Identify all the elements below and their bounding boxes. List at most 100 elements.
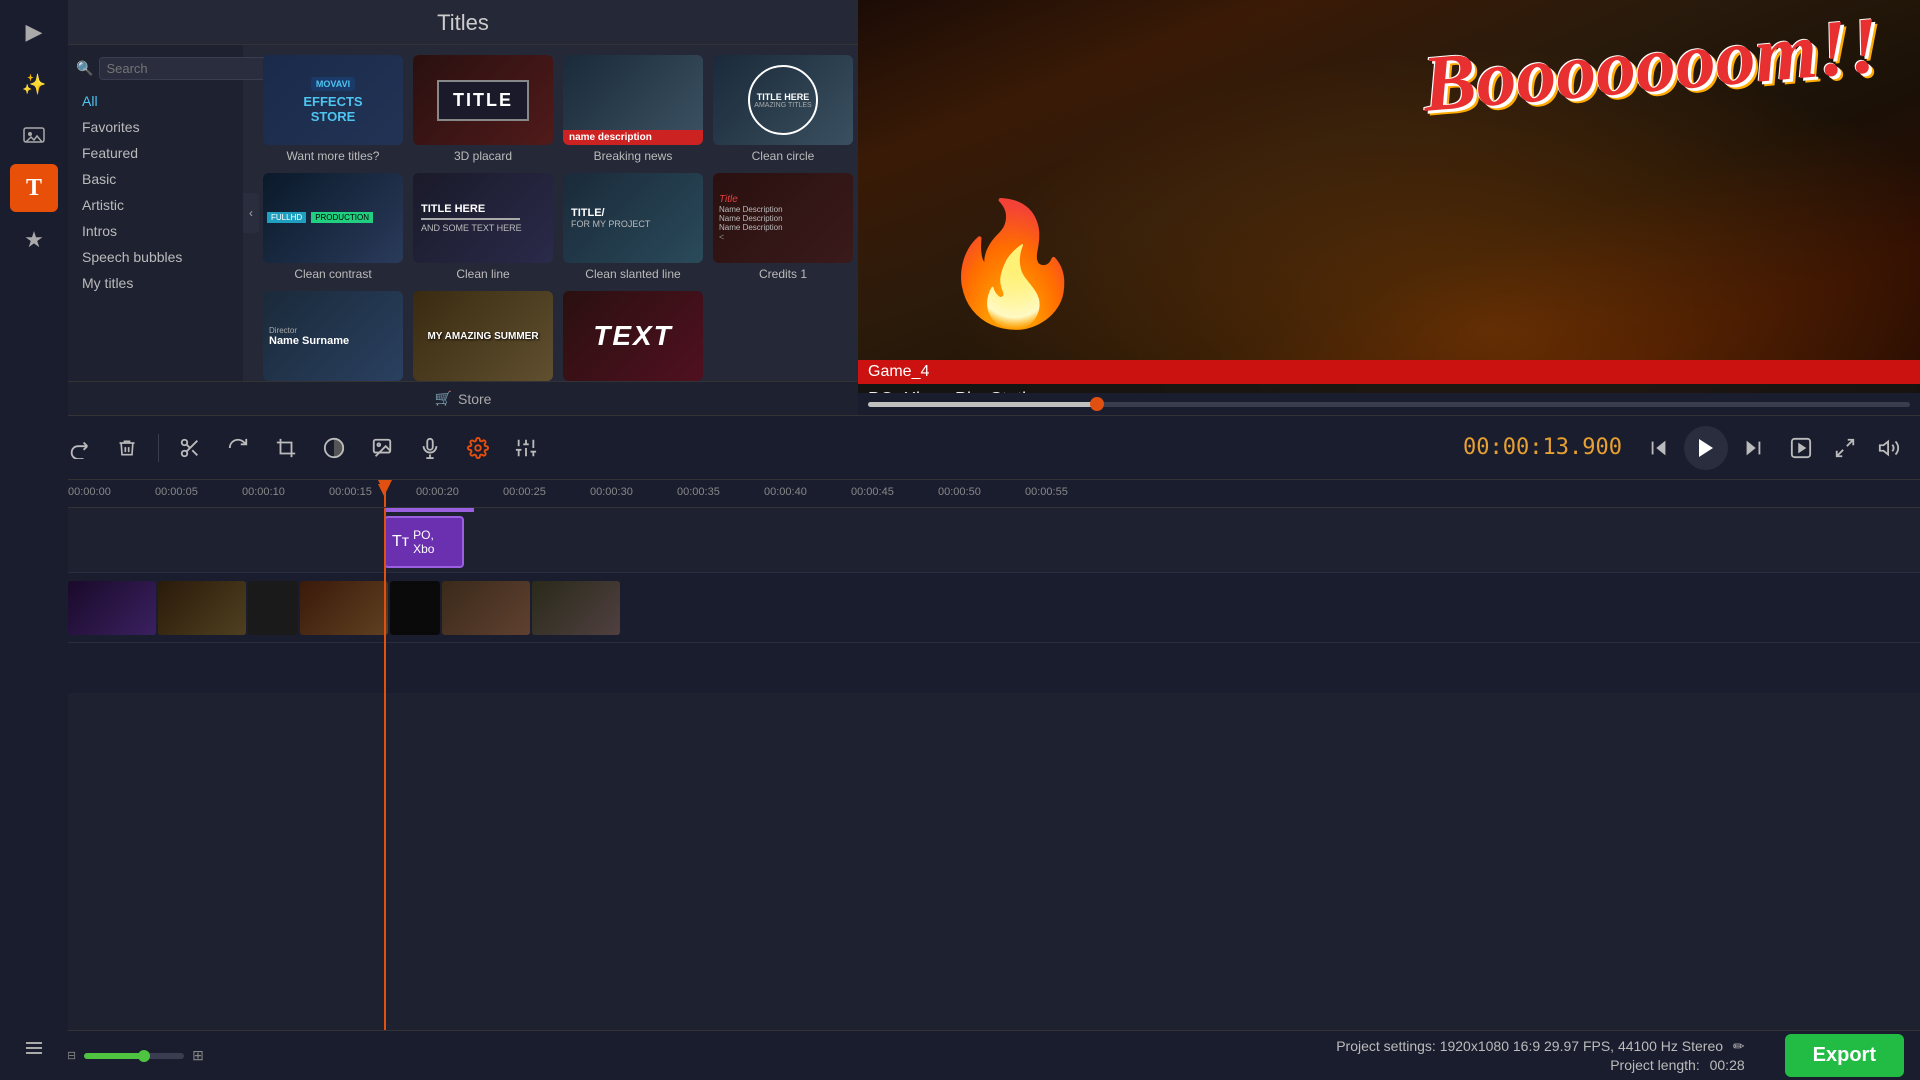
crop-btn[interactable] [267, 429, 305, 467]
title-clip[interactable]: Tт PO, Xbo [384, 516, 464, 568]
toolbar-media-btn[interactable] [10, 112, 58, 160]
title-thumb-breaking-news: name description [563, 55, 703, 145]
title-card-breaking-news[interactable]: name description Breaking news [563, 55, 703, 163]
project-info: Project settings: 1920x1080 16:9 29.97 F… [1336, 1038, 1744, 1073]
titles-grid-area: MOVAVI EFFECTS STORE Want more titles? T… [243, 45, 858, 381]
audio-btn[interactable] [411, 429, 449, 467]
video-thumb-4[interactable] [300, 581, 388, 635]
store-button[interactable]: 🛒 Store [68, 381, 858, 415]
title-card-clean-line[interactable]: TITLE HERE AND SOME TEXT HERE Clean line [413, 173, 553, 281]
title-card-clean-circle[interactable]: TITLE HERE AMAZING TITLES Clean circle [713, 55, 853, 163]
tick-25: 00:00:25 [503, 486, 546, 498]
title-thumb-3d-placard: TITLE [413, 55, 553, 145]
delete-btn[interactable] [108, 429, 146, 467]
title-label-want-more: Want more titles? [287, 149, 380, 163]
cut-btn[interactable] [171, 429, 209, 467]
volume-btn[interactable] [1870, 429, 1908, 467]
title-label-breaking-news: Breaking news [594, 149, 673, 163]
project-length-row: Project length: 00:28 [1610, 1057, 1744, 1073]
tick-20: 00:00:20 [416, 486, 459, 498]
video-thumb-6[interactable] [442, 581, 530, 635]
toolbar-video-btn[interactable]: ▶ [10, 8, 58, 56]
progress-thumb[interactable] [1090, 397, 1104, 411]
title-thumb-clean-slanted-line: TITLE/ FOR MY PROJECT [563, 173, 703, 263]
tick-30: 00:00:30 [590, 486, 633, 498]
scale-slider[interactable] [84, 1053, 184, 1059]
sidebar-item-intros[interactable]: Intros [68, 218, 243, 244]
play-btn[interactable] [1684, 426, 1728, 470]
title-card-clean-slanted-line[interactable]: TITLE/ FOR MY PROJECT Clean slanted line [563, 173, 703, 281]
title-clip-text: PO, Xbo [413, 528, 456, 556]
sidebar-item-speech-bubbles[interactable]: Speech bubbles [68, 244, 243, 270]
fire-emoji: 🔥 [938, 195, 1087, 335]
timecode: 00:00:13.900 [1463, 435, 1622, 460]
toolbar-list-btn[interactable] [10, 1024, 58, 1072]
sidebar-item-favorites[interactable]: Favorites [68, 114, 243, 140]
playhead[interactable] [384, 508, 386, 1030]
title-thumb-summer: MY AMAZING SUMMER [413, 291, 553, 381]
toolbar-effects-btn[interactable]: ✨ [10, 60, 58, 108]
title-card-clean-contrast[interactable]: FULLHD PRODUCTION Clean contrast [263, 173, 403, 281]
effects2-btn[interactable] [507, 429, 545, 467]
toolbar-star-btn[interactable]: ★ [10, 216, 58, 264]
scale-thumb[interactable] [138, 1050, 150, 1062]
image-btn[interactable] [363, 429, 401, 467]
title-thumb-clean-circle: TITLE HERE AMAZING TITLES [713, 55, 853, 145]
next-btn[interactable] [1734, 429, 1772, 467]
video-track-content [68, 573, 1920, 642]
preview-image: Booooooom!! 🔥 Game_4 PO, Xbox, PlayStati… [858, 0, 1920, 415]
prev-btn[interactable] [1640, 429, 1678, 467]
edit-settings-icon[interactable]: ✏ [1733, 1038, 1745, 1054]
video-thumb-1[interactable] [68, 581, 156, 635]
title-card-want-more[interactable]: MOVAVI EFFECTS STORE Want more titles? [263, 55, 403, 163]
export-video-btn[interactable] [1782, 429, 1820, 467]
separator [158, 434, 159, 462]
sidebar-item-all[interactable]: All [68, 88, 243, 114]
video-thumb-3[interactable] [248, 581, 298, 635]
title-label-credits-1: Credits 1 [759, 267, 807, 281]
search-input[interactable] [99, 57, 289, 80]
tick-15: 00:00:15 [329, 486, 372, 498]
title-label-3d-placard: 3D placard [454, 149, 512, 163]
toolbar-titles-btn[interactable]: T [10, 164, 58, 212]
timecode-value: 13.900 [1543, 435, 1622, 460]
timecode-prefix: 00:00: [1463, 435, 1542, 460]
title-card-summer[interactable]: MY AMAZING SUMMER Summer [413, 291, 553, 381]
store-label: Store [458, 391, 491, 407]
panel-title: Titles [437, 10, 489, 35]
export-button[interactable]: Export [1785, 1034, 1904, 1077]
title-track-content: Tт PO, Xbo [68, 508, 1920, 572]
titles-panel: Titles 🔍 ✕ All Favorites Featured Basic … [68, 0, 858, 415]
collapse-sidebar-btn[interactable]: ‹ [243, 193, 259, 233]
title-card-credits-1[interactable]: Title Name Description Name Description … [713, 173, 853, 281]
title-thumb-clean-contrast: FULLHD PRODUCTION [263, 173, 403, 263]
title-label-clean-slanted-line: Clean slanted line [585, 267, 680, 281]
sidebar-item-featured[interactable]: Featured [68, 140, 243, 166]
title-card-director[interactable]: Director Name Surname Director Name Surn… [263, 291, 403, 381]
tick-40: 00:00:40 [764, 486, 807, 498]
project-length-label: Project length: [1610, 1057, 1700, 1073]
game-badge-title: Game_4 [858, 360, 1920, 384]
title-card-3d-placard[interactable]: TITLE 3D placard [413, 55, 553, 163]
scale-large-icon: ⊞ [192, 1047, 204, 1064]
sidebar-item-artistic[interactable]: Artistic [68, 192, 243, 218]
rotate-btn[interactable] [219, 429, 257, 467]
video-thumbs [68, 581, 620, 635]
fullscreen-btn[interactable] [1826, 429, 1864, 467]
sidebar-item-basic[interactable]: Basic [68, 166, 243, 192]
title-label-clean-circle: Clean circle [752, 149, 815, 163]
video-thumb-5[interactable] [390, 581, 440, 635]
tick-35: 00:00:35 [677, 486, 720, 498]
progress-bar-row[interactable] [858, 393, 1920, 415]
project-length-value: 00:28 [1710, 1057, 1745, 1073]
color-btn[interactable] [315, 429, 353, 467]
search-icon: 🔍 [76, 60, 93, 77]
progress-track[interactable] [868, 402, 1910, 407]
title-card-text3[interactable]: TEXT TEXT [563, 291, 703, 381]
video-thumb-7[interactable] [532, 581, 620, 635]
settings-btn[interactable] [459, 429, 497, 467]
sidebar-item-my-titles[interactable]: My titles [68, 270, 243, 296]
tick-0: 00:00:00 [68, 486, 111, 498]
video-thumb-2[interactable] [158, 581, 246, 635]
tick-10: 00:00:10 [242, 486, 285, 498]
